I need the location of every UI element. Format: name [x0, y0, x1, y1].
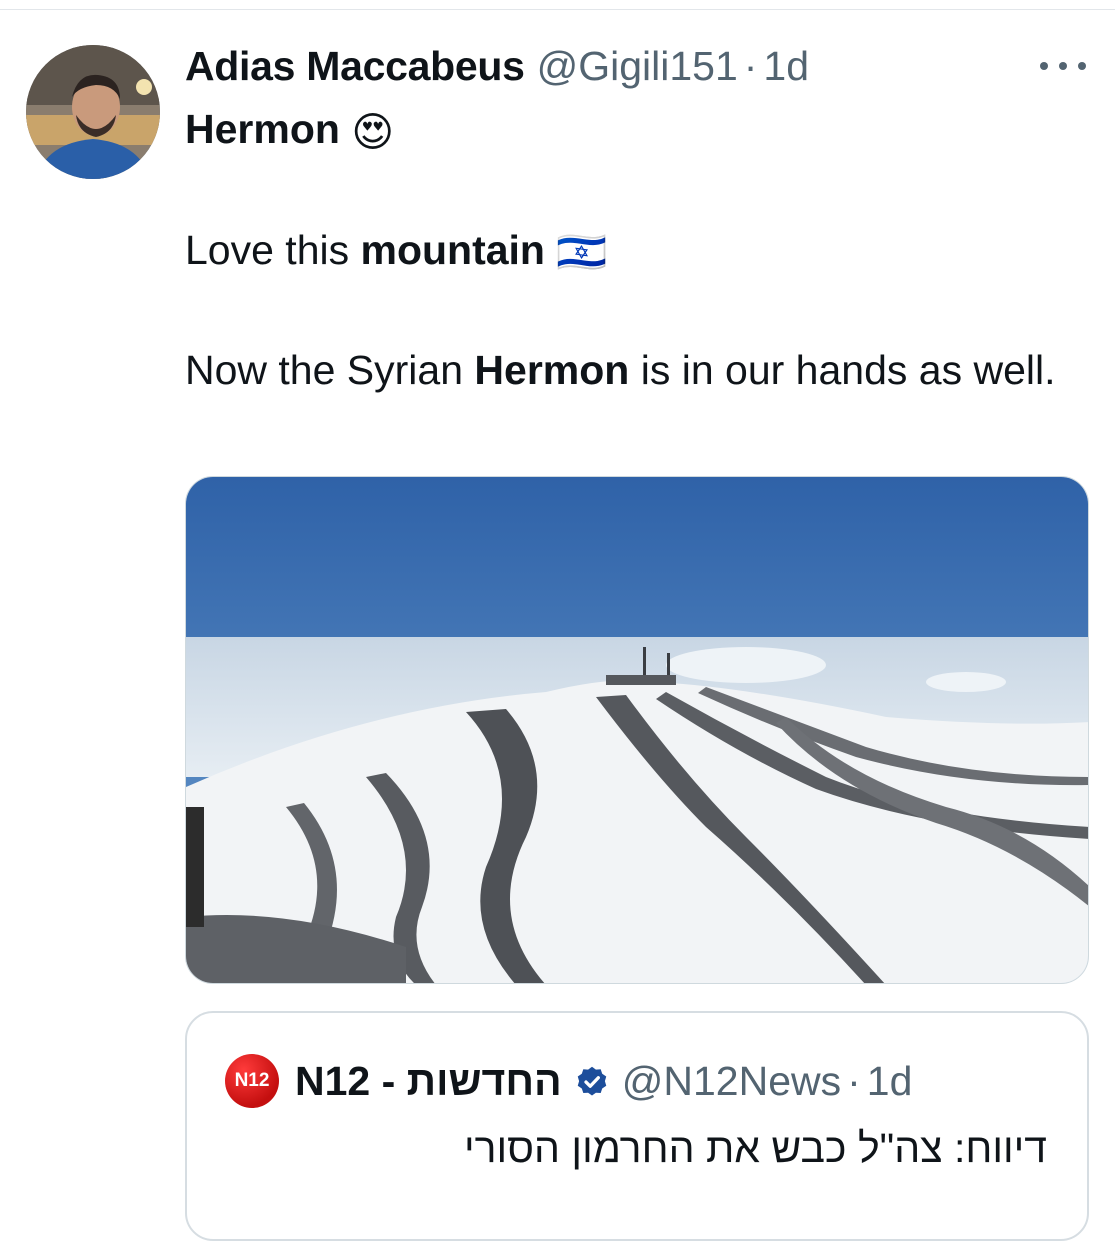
tweet-media-image[interactable]	[185, 476, 1089, 984]
hermon-bold-text: Hermon	[185, 106, 340, 152]
separator-dot: ·	[743, 42, 758, 89]
quoted-handle[interactable]: @N12News	[622, 1058, 841, 1105]
quoted-tweet-card[interactable]: N12 N12 - החדשות @N12News · 1d דיווח: צה…	[185, 1011, 1089, 1241]
hermon-bold-text-2: Hermon	[474, 347, 630, 394]
author-display-name[interactable]: Adias Maccabeus	[185, 43, 525, 90]
tweet-timestamp[interactable]: 1d	[763, 43, 809, 90]
heart-eyes-emoji: 😍	[351, 108, 395, 155]
love-this-text: Love this	[185, 226, 361, 273]
now-the-syrian-text: Now the Syrian	[185, 347, 475, 394]
in-our-hands-text: is in our hands as well.	[629, 347, 1056, 394]
tweet-header: Adias Maccabeus @Gigili151 · 1d	[185, 40, 809, 92]
verified-badge-icon	[574, 1063, 610, 1099]
quoted-timestamp[interactable]: 1d	[867, 1058, 913, 1105]
author-avatar[interactable]	[26, 45, 160, 179]
tweet-line-3: Now the Syrian Hermon is in our hands as…	[185, 341, 1065, 400]
quoted-display-name[interactable]: N12 - החדשות	[295, 1058, 562, 1105]
author-handle[interactable]: @Gigili151	[537, 43, 738, 90]
quoted-separator-dot: ·	[847, 1057, 861, 1104]
israel-flag-emoji: 🇮🇱	[556, 229, 608, 276]
n12-avatar[interactable]: N12	[225, 1054, 279, 1108]
quoted-tweet-header: N12 N12 - החדשות @N12News · 1d	[225, 1054, 913, 1108]
more-horizontal-icon[interactable]	[1040, 54, 1086, 78]
mountain-bold-text: mountain	[360, 226, 545, 273]
top-divider	[0, 9, 1115, 10]
quoted-tweet-text: דיווח: צה"ל כבש את החרמון הסורי	[463, 1125, 1047, 1171]
tweet-text: Hermon 😍 Love this mountain 🇮🇱 Now the S…	[185, 100, 1065, 400]
tweet-line-2: Love this mountain 🇮🇱	[185, 221, 1065, 283]
tweet-line-1: Hermon 😍	[185, 100, 1065, 162]
